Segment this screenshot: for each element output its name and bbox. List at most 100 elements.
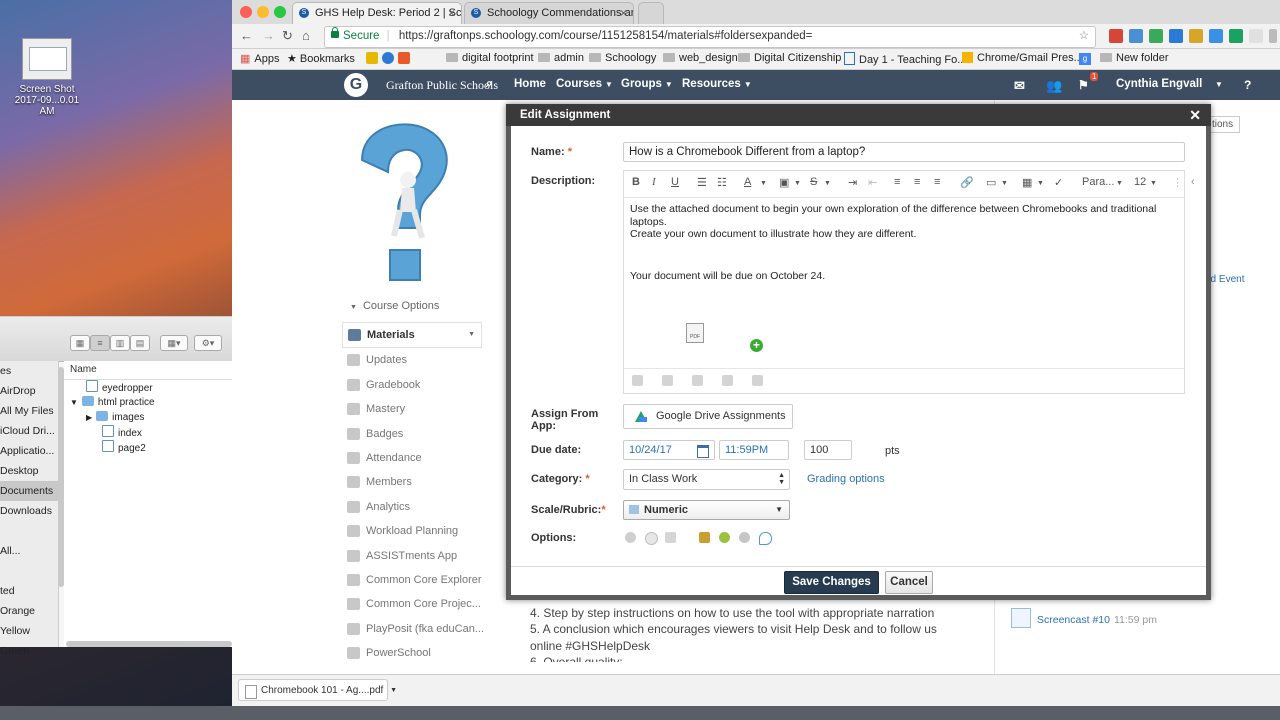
column-view-button[interactable]: ▥ <box>110 335 130 351</box>
sidebar-tag-red[interactable]: ted <box>0 581 58 601</box>
target-icon[interactable] <box>645 532 658 545</box>
cancel-button[interactable]: Cancel <box>885 571 933 594</box>
underline-button[interactable]: U <box>671 176 679 188</box>
left-nav-materials[interactable]: Materials ▼ <box>342 322 482 349</box>
bookmark-page[interactable]: Day 1 - Teaching Fo... <box>844 52 966 66</box>
bookmark-folder[interactable]: Schoology <box>589 52 656 64</box>
close-window-button[interactable] <box>240 6 252 18</box>
bookmark-folder[interactable]: admin <box>538 52 584 64</box>
course-options-link[interactable]: ▼ Course Options <box>350 300 439 312</box>
left-nav-playposit[interactable]: PlayPosit (fka eduCan... <box>342 617 484 641</box>
nav-resources[interactable]: Resources ▼ <box>682 78 752 90</box>
arrange-button[interactable]: ▦▾ <box>160 335 188 351</box>
zoom-window-button[interactable] <box>274 6 286 18</box>
description-content[interactable]: Use the attached document to begin your … <box>630 203 1178 283</box>
nav-courses[interactable]: Courses ▼ <box>556 78 613 90</box>
copy-icon[interactable] <box>699 532 710 543</box>
publish-icon[interactable] <box>719 532 730 543</box>
extension-icon[interactable] <box>1249 29 1263 43</box>
home-icon[interactable]: ⌂ <box>302 28 310 43</box>
left-nav-mastery[interactable]: Mastery <box>342 397 482 421</box>
file-row[interactable]: page2 <box>64 440 232 455</box>
disclosure-closed-icon[interactable]: ▶ <box>86 413 92 422</box>
finder-horizontal-scrollbar[interactable] <box>66 641 232 647</box>
notifications-icon[interactable]: ⚑ <box>1078 78 1089 92</box>
sidebar-item-icloud[interactable]: iCloud Dri... <box>0 421 58 441</box>
file-row[interactable]: index <box>64 425 232 440</box>
sidebar-item-documents[interactable]: Documents <box>0 481 58 501</box>
bulleted-list-icon[interactable]: ☰ <box>697 176 707 189</box>
extension-icon[interactable] <box>1189 29 1203 43</box>
forward-arrow-icon[interactable]: → <box>262 28 275 43</box>
media-attach-icon[interactable] <box>752 375 763 386</box>
paragraph-format-select[interactable]: Para... <box>1082 176 1114 188</box>
extension-icon[interactable] <box>1169 29 1183 43</box>
coverflow-view-button[interactable]: ▤ <box>130 335 150 351</box>
comments-icon[interactable] <box>759 532 772 545</box>
chevron-down-icon[interactable]: ▼ <box>760 180 767 187</box>
calendar-icon[interactable] <box>697 445 709 458</box>
nav-home[interactable]: Home <box>514 78 546 90</box>
numbered-list-icon[interactable]: ☷ <box>717 176 727 189</box>
italic-button[interactable]: I <box>652 176 656 188</box>
google-drive-assignments-button[interactable]: Google Drive Assignments <box>623 404 793 429</box>
pdf-attachment-icon[interactable]: PDF <box>686 323 704 343</box>
menu-icon[interactable] <box>1269 29 1277 43</box>
school-logo-icon[interactable]: G <box>344 73 368 97</box>
sidebar-item-airdrop[interactable]: AirDrop <box>0 381 58 401</box>
sidebar-item-applications[interactable]: Applicatio... <box>0 441 58 461</box>
tab-active[interactable]: S GHS Help Desk: Period 2 | Sch × <box>292 2 462 24</box>
bookmark-folder[interactable]: New folder <box>1100 52 1169 64</box>
left-nav-powerschool[interactable]: PowerSchool <box>342 641 482 665</box>
user-menu-chevron-icon[interactable]: ▼ <box>1212 78 1223 90</box>
bookmark-page[interactable]: Chrome/Gmail Pres... <box>962 52 1083 64</box>
bookmark-folder[interactable]: digital footprint <box>446 52 534 64</box>
extension-icon[interactable] <box>1209 29 1223 43</box>
file-row[interactable]: eyedropper <box>64 380 232 395</box>
left-nav-workload-planning[interactable]: Workload Planning <box>342 519 482 543</box>
resource-attach-icon[interactable] <box>692 375 703 386</box>
align-center-icon[interactable]: ≡ <box>914 176 920 188</box>
left-nav-common-core-projects[interactable]: Common Core Projec... <box>342 592 482 616</box>
chevron-down-icon[interactable]: ▼ <box>794 180 801 187</box>
left-nav-common-core-explorer[interactable]: Common Core Explorer <box>342 568 482 592</box>
folder-row[interactable]: ▼ html practice <box>64 395 232 410</box>
bookmark-apps[interactable]: ▦ Apps <box>240 52 279 65</box>
save-changes-button[interactable]: Save Changes <box>784 571 879 594</box>
extension-icon[interactable] <box>1129 29 1143 43</box>
points-input[interactable]: 100 <box>804 440 852 460</box>
close-tab-icon[interactable]: × <box>620 3 627 23</box>
description-editor[interactable]: B I U ☰ ☷ A ▼ ▣ ▼ S ▼ ⇥ ⇤ ≡ ≡ ≡ 🔗 ▭ ▼ ▦ … <box>623 170 1185 394</box>
tool-attach-icon[interactable] <box>722 375 733 386</box>
back-arrow-icon[interactable]: ← <box>240 28 253 43</box>
link-attach-icon[interactable] <box>662 375 673 386</box>
chevron-down-icon[interactable]: ▼ <box>824 180 831 187</box>
sidebar-item-desktop[interactable]: Desktop <box>0 461 58 481</box>
nav-groups[interactable]: Groups ▼ <box>621 78 673 90</box>
font-size-select[interactable]: 12 <box>1134 176 1146 188</box>
chevron-down-icon[interactable]: ▼ <box>1001 180 1008 187</box>
left-nav-updates[interactable]: Updates <box>342 348 482 372</box>
left-nav-assistments[interactable]: ASSISTments App <box>342 544 482 568</box>
bookmark-google[interactable]: g <box>1079 52 1097 65</box>
spellcheck-icon[interactable]: ✓ <box>1054 176 1063 189</box>
upcoming-item[interactable]: Screencast #10 11:59 pm <box>1011 608 1157 628</box>
sidebar-tag-yellow[interactable]: Yellow <box>0 621 58 641</box>
search-icon[interactable]: ⌕ <box>486 78 492 91</box>
highlight-icon[interactable]: ▣ <box>779 176 789 189</box>
extension-icon[interactable] <box>1229 29 1243 43</box>
desktop-screenshot-file[interactable]: Screen Shot 2017-09...0.01 AM <box>8 38 86 117</box>
new-tab-button[interactable] <box>638 2 664 24</box>
embed-icon[interactable]: ▭ <box>986 176 996 189</box>
sidebar-item-all[interactable]: All... <box>0 541 58 561</box>
text-color-button[interactable]: A <box>744 176 751 188</box>
chevron-down-icon[interactable]: ▼ <box>1150 180 1157 187</box>
list-view-button[interactable]: ≡ <box>90 335 110 351</box>
due-date-input[interactable]: 10/24/17 <box>623 440 715 460</box>
align-left-icon[interactable]: ≡ <box>894 176 900 188</box>
scale-rubric-select[interactable]: Numeric ▼ <box>623 500 790 520</box>
grade-stats-icon[interactable] <box>739 532 750 543</box>
sidebar-tag-orange[interactable]: Orange <box>0 601 58 621</box>
user-name[interactable]: Cynthia Engvall <box>1116 78 1202 90</box>
more-icon[interactable]: ⋮ <box>1172 176 1183 189</box>
